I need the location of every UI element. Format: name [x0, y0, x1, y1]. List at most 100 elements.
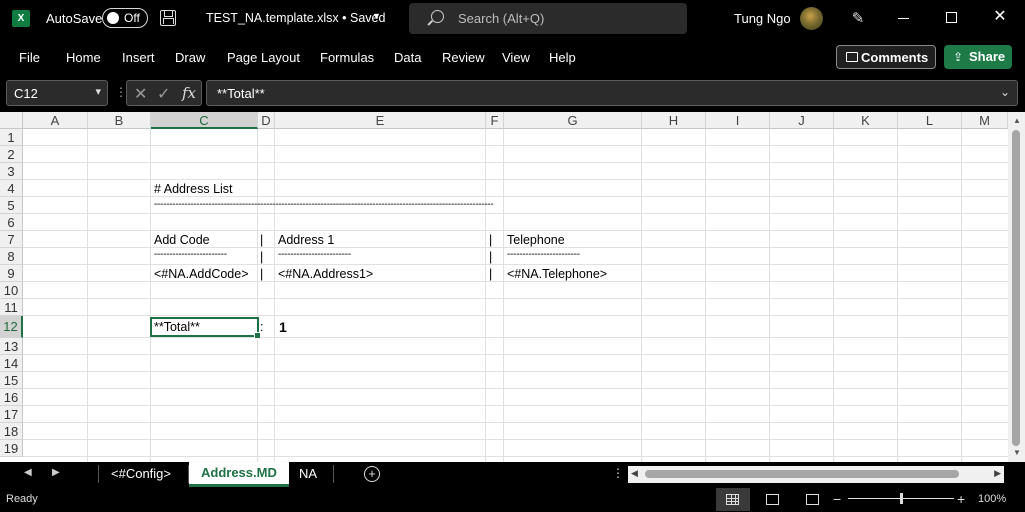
- cell-f9[interactable]: |: [489, 267, 492, 281]
- more-options-icon[interactable]: ⋮: [612, 466, 624, 480]
- column-header-b[interactable]: B: [88, 112, 151, 129]
- cell-c7[interactable]: Add Code: [154, 233, 210, 247]
- scroll-down-icon[interactable]: ▼: [1013, 448, 1021, 457]
- formula-input[interactable]: **Total** ⌄: [206, 80, 1018, 106]
- row-header-19[interactable]: 19: [0, 440, 23, 457]
- row-header-8[interactable]: 8: [0, 248, 23, 265]
- tab-help[interactable]: Help: [549, 50, 576, 65]
- zoom-out-icon[interactable]: −: [833, 491, 841, 507]
- column-header-f[interactable]: F: [486, 112, 504, 129]
- search-box[interactable]: Search (Alt+Q): [409, 3, 687, 34]
- row-header-5[interactable]: 5: [0, 197, 23, 214]
- normal-view-button[interactable]: [716, 488, 750, 511]
- row-header-17[interactable]: 17: [0, 406, 23, 423]
- row-header-1[interactable]: 1: [0, 129, 23, 146]
- cell-d7[interactable]: |: [260, 233, 263, 247]
- row-header-11[interactable]: 11: [0, 299, 23, 316]
- check-icon[interactable]: ✓: [157, 84, 170, 104]
- maximize-icon[interactable]: [946, 12, 957, 23]
- save-icon[interactable]: [160, 10, 176, 26]
- cell-d8[interactable]: |: [260, 250, 263, 264]
- title-chevron-down-icon[interactable]: ▼: [372, 11, 381, 21]
- row-header-4[interactable]: 4: [0, 180, 23, 197]
- page-break-view-icon[interactable]: [806, 494, 819, 505]
- column-header-d[interactable]: D: [258, 112, 275, 129]
- column-header-j[interactable]: J: [770, 112, 834, 129]
- tab-insert[interactable]: Insert: [122, 50, 155, 65]
- vertical-scrollbar[interactable]: ▲ ▼: [1008, 112, 1025, 462]
- row-header-13[interactable]: 13: [0, 338, 23, 355]
- select-all-corner[interactable]: [0, 112, 23, 129]
- avatar[interactable]: [800, 7, 823, 30]
- cell-g9[interactable]: <#NA.Telephone>: [507, 267, 607, 281]
- column-header-a[interactable]: A: [23, 112, 88, 129]
- row-header-12[interactable]: 12: [0, 316, 23, 338]
- zoom-in-icon[interactable]: +: [957, 491, 965, 507]
- tab-formulas[interactable]: Formulas: [320, 50, 374, 65]
- minimize-icon[interactable]: [898, 18, 909, 19]
- tab-data[interactable]: Data: [394, 50, 421, 65]
- cell-c8[interactable]: ------------------------: [154, 249, 227, 260]
- cell-d9[interactable]: |: [260, 267, 263, 281]
- cell-c9[interactable]: <#NA.AddCode>: [154, 267, 249, 281]
- page-layout-view-icon[interactable]: [766, 494, 779, 505]
- pen-icon[interactable]: ✎: [849, 9, 867, 27]
- tab-page-layout[interactable]: Page Layout: [227, 50, 300, 65]
- cell-c5[interactable]: ----------------------------------------…: [154, 199, 494, 210]
- column-header-c[interactable]: C: [151, 112, 258, 129]
- row-header-18[interactable]: 18: [0, 423, 23, 440]
- cell-g8[interactable]: ------------------------: [507, 249, 580, 260]
- zoom-slider-thumb[interactable]: [900, 493, 903, 504]
- column-header-h[interactable]: H: [642, 112, 706, 129]
- cell-g7[interactable]: Telephone: [507, 233, 565, 247]
- tab-review[interactable]: Review: [442, 50, 485, 65]
- cell-f8[interactable]: |: [489, 250, 492, 264]
- document-title[interactable]: TEST_NA.template.xlsx • Saved: [206, 11, 385, 25]
- cancel-icon[interactable]: ✕: [134, 84, 147, 104]
- share-button[interactable]: ⇪ Share: [944, 45, 1012, 69]
- row-header-3[interactable]: 3: [0, 163, 23, 180]
- comments-button[interactable]: Comments: [836, 45, 936, 69]
- scroll-left-icon[interactable]: ◀: [631, 468, 638, 479]
- row-header-2[interactable]: 2: [0, 146, 23, 163]
- tab-view[interactable]: View: [502, 50, 530, 65]
- horizontal-scrollbar[interactable]: ◀ ▶: [628, 466, 1004, 483]
- tab-home[interactable]: Home: [66, 50, 101, 65]
- autosave-toggle[interactable]: Off: [102, 8, 148, 28]
- worksheet-grid[interactable]: A B C D E F G H I J K L M 1 2 3 4 5 6 7 …: [0, 112, 1025, 462]
- row-header-16[interactable]: 16: [0, 389, 23, 406]
- scroll-thumb[interactable]: [1012, 130, 1020, 446]
- column-header-l[interactable]: L: [898, 112, 962, 129]
- cell-e8[interactable]: ------------------------: [278, 249, 351, 260]
- scroll-thumb[interactable]: [645, 470, 959, 478]
- row-header-9[interactable]: 9: [0, 265, 23, 282]
- row-header-14[interactable]: 14: [0, 355, 23, 372]
- name-box[interactable]: C12 ▾: [6, 80, 108, 106]
- sheet-prev-icon[interactable]: ◀: [24, 467, 32, 478]
- tab-file[interactable]: File: [19, 50, 40, 65]
- row-header-7[interactable]: 7: [0, 231, 23, 248]
- column-header-k[interactable]: K: [834, 112, 898, 129]
- cell-e9[interactable]: <#NA.Address1>: [278, 267, 373, 281]
- column-header-g[interactable]: G: [504, 112, 642, 129]
- tab-draw[interactable]: Draw: [175, 50, 205, 65]
- user-name[interactable]: Tung Ngo: [734, 11, 791, 26]
- column-header-i[interactable]: I: [706, 112, 770, 129]
- cell-e7[interactable]: Address 1: [278, 233, 334, 247]
- add-sheet-icon[interactable]: +: [364, 466, 380, 482]
- cell-c4[interactable]: # Address List: [154, 182, 233, 196]
- cell-f7[interactable]: |: [489, 233, 492, 247]
- scroll-right-icon[interactable]: ▶: [994, 468, 1001, 479]
- fx-icon[interactable]: fx: [182, 84, 196, 102]
- active-cell-selection[interactable]: [150, 317, 261, 339]
- sheet-next-icon[interactable]: ▶: [52, 467, 60, 478]
- chevron-down-icon[interactable]: ▾: [95, 85, 101, 98]
- row-header-15[interactable]: 15: [0, 372, 23, 389]
- sheet-tab-address-md[interactable]: Address.MD: [189, 462, 289, 487]
- row-header-6[interactable]: 6: [0, 214, 23, 231]
- column-header-m[interactable]: M: [962, 112, 1008, 129]
- column-header-e[interactable]: E: [275, 112, 486, 129]
- row-header-10[interactable]: 10: [0, 282, 23, 299]
- close-icon[interactable]: ✕: [992, 8, 1008, 26]
- zoom-level[interactable]: 100%: [978, 493, 1006, 505]
